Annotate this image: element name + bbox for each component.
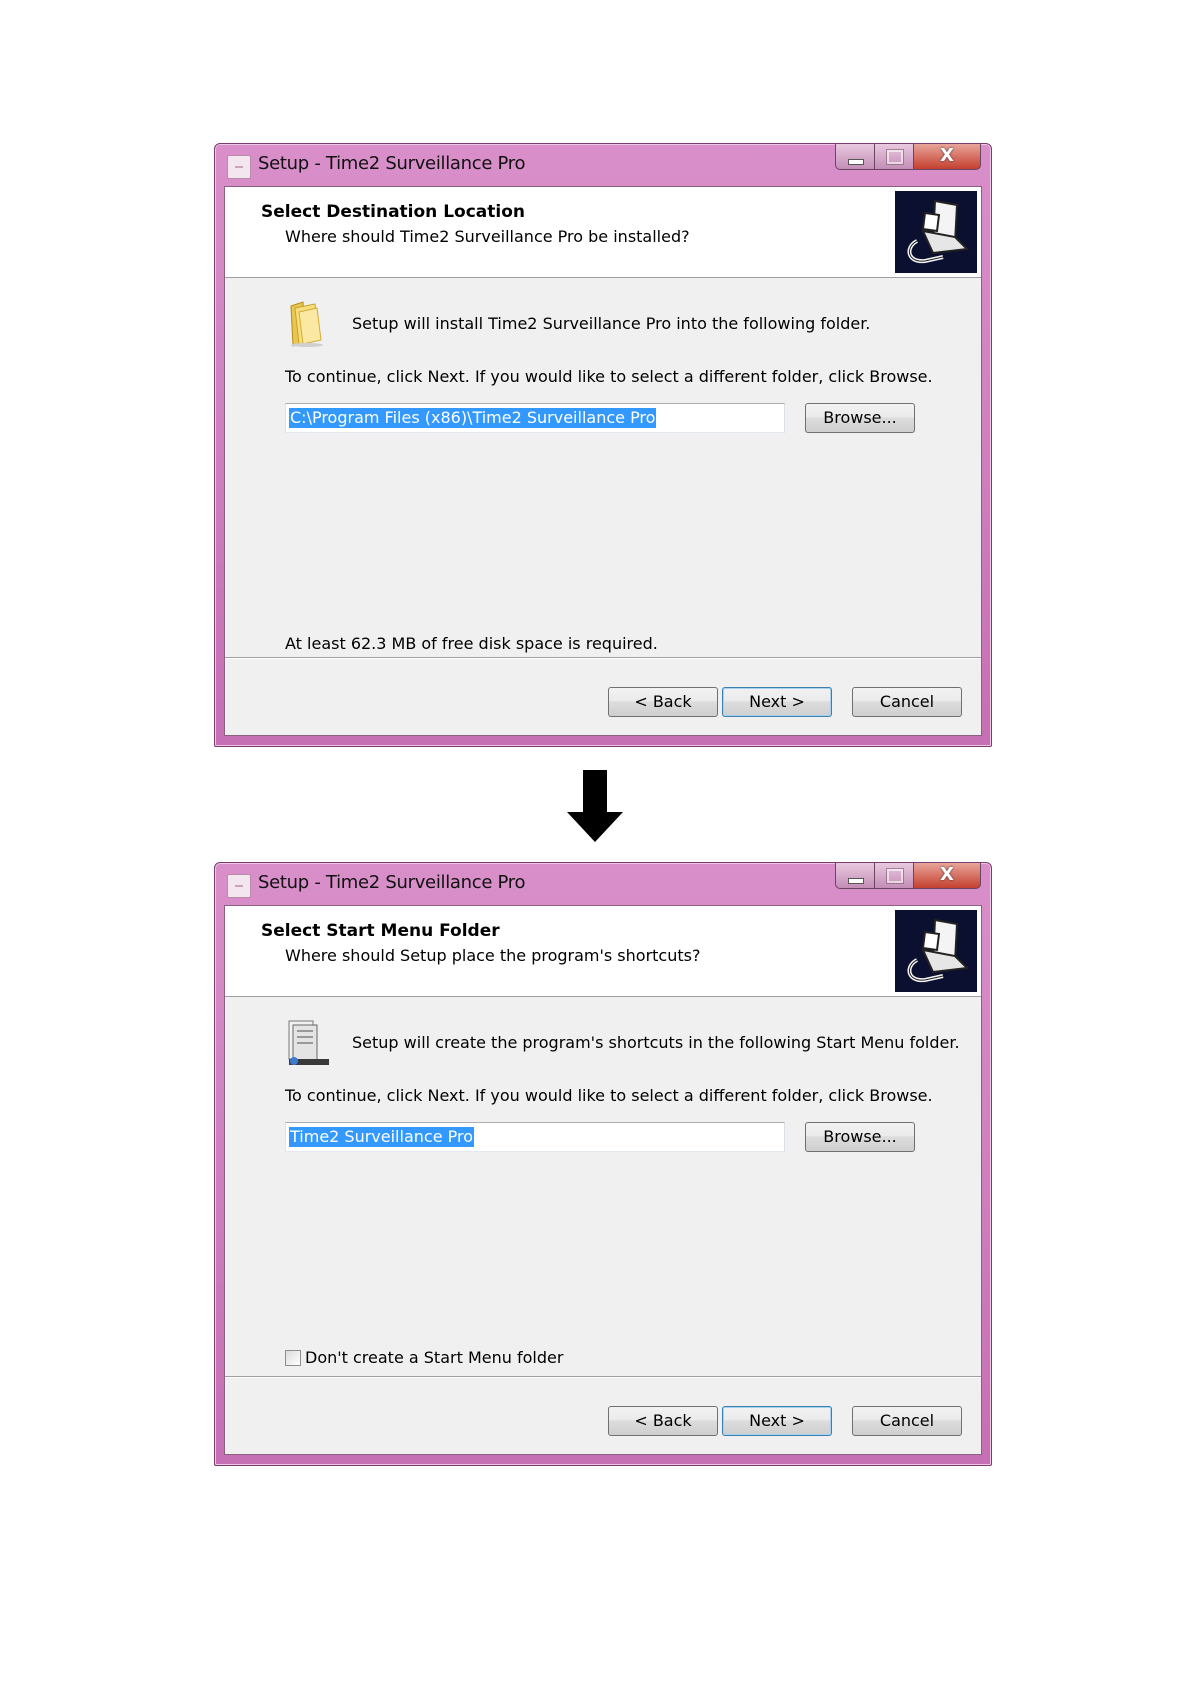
checkbox-label[interactable]: Don't create a Start Menu folder [305, 1348, 563, 1367]
back-button[interactable]: < Back [608, 687, 718, 717]
setup-window-destination: Setup - Time2 Surveillance Pro X Select … [214, 143, 992, 747]
separator [225, 1376, 981, 1378]
app-icon[interactable] [227, 155, 251, 179]
page-subtitle: Where should Time2 Surveillance Pro be i… [285, 227, 690, 246]
start-menu-folder-icon [288, 1020, 329, 1065]
folder-icon [290, 301, 323, 347]
page-title: Select Start Menu Folder [261, 921, 500, 941]
minimize-button[interactable] [835, 863, 875, 889]
next-button[interactable]: Next > [722, 687, 832, 717]
maximize-button [875, 144, 914, 170]
wizard-body: Setup will create the program's shortcut… [225, 997, 981, 1367]
start-menu-folder-value: Time2 Surveillance Pro [289, 1127, 474, 1147]
wizard-header: Select Destination Location Where should… [225, 187, 981, 278]
instruction-text: To continue, click Next. If you would li… [285, 1086, 933, 1105]
dialog-client-area: Select Start Menu Folder Where should Se… [224, 905, 982, 1455]
intro-text: Setup will install Time2 Surveillance Pr… [352, 314, 871, 333]
minimize-icon [848, 878, 864, 884]
cancel-button[interactable]: Cancel [852, 687, 962, 717]
setup-window-start-menu: Setup - Time2 Surveillance Pro X Select … [214, 862, 992, 1466]
close-button[interactable]: X [914, 144, 981, 170]
next-button[interactable]: Next > [722, 1406, 832, 1436]
app-icon[interactable] [227, 874, 251, 898]
maximize-icon [886, 868, 904, 884]
no-start-menu-folder-checkbox[interactable] [285, 1349, 301, 1366]
start-menu-folder-input[interactable]: Time2 Surveillance Pro [285, 1122, 785, 1152]
minimize-button[interactable] [835, 144, 875, 170]
window-title: Setup - Time2 Surveillance Pro [258, 153, 526, 174]
down-arrow-icon [567, 770, 623, 842]
computer-install-logo [895, 191, 977, 273]
page-subtitle: Where should Setup place the program's s… [285, 946, 701, 965]
title-bar[interactable]: Setup - Time2 Surveillance Pro X [215, 863, 991, 905]
intro-text: Setup will create the program's shortcut… [352, 1033, 960, 1052]
close-button[interactable]: X [914, 863, 981, 889]
page-title: Select Destination Location [261, 202, 525, 222]
destination-path-input[interactable]: C:\Program Files (x86)\Time2 Surveillanc… [285, 403, 785, 433]
destination-path-value: C:\Program Files (x86)\Time2 Surveillanc… [289, 408, 657, 428]
disk-space-note: At least 62.3 MB of free disk space is r… [285, 634, 658, 653]
wizard-body: Setup will install Time2 Surveillance Pr… [225, 278, 981, 653]
browse-button[interactable]: Browse... [805, 1122, 915, 1152]
separator [225, 657, 981, 659]
window-controls: X [835, 863, 981, 891]
no-start-menu-folder-option[interactable]: Don't create a Start Menu folder [285, 1348, 563, 1367]
window-title: Setup - Time2 Surveillance Pro [258, 872, 526, 893]
maximize-icon [886, 149, 904, 165]
close-icon: X [940, 864, 954, 885]
maximize-button [875, 863, 914, 889]
back-button[interactable]: < Back [608, 1406, 718, 1436]
minimize-icon [848, 159, 864, 165]
cancel-button[interactable]: Cancel [852, 1406, 962, 1436]
close-icon: X [940, 145, 954, 166]
browse-button[interactable]: Browse... [805, 403, 915, 433]
instruction-text: To continue, click Next. If you would li… [285, 367, 933, 386]
title-bar[interactable]: Setup - Time2 Surveillance Pro X [215, 144, 991, 186]
dialog-client-area: Select Destination Location Where should… [224, 186, 982, 736]
wizard-header: Select Start Menu Folder Where should Se… [225, 906, 981, 997]
computer-install-logo [895, 910, 977, 992]
window-controls: X [835, 144, 981, 172]
